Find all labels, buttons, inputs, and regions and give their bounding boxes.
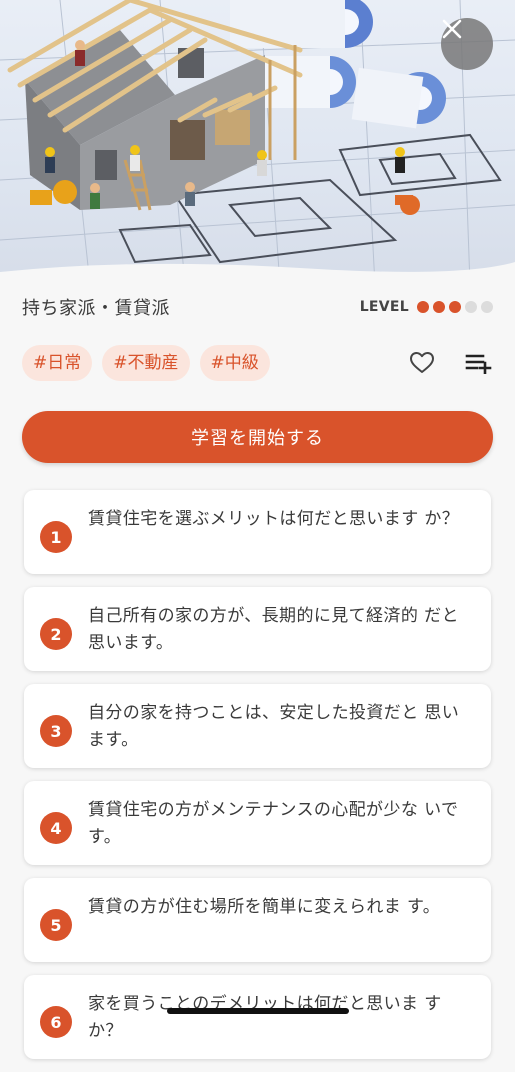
lesson-header: 持ち家派・賃貸派 LEVEL bbox=[22, 292, 493, 322]
question-text: 賃貸住宅を選ぶメリットは何だと思います か？ bbox=[88, 509, 460, 529]
level-indicator: LEVEL bbox=[360, 299, 493, 315]
level-dot bbox=[449, 301, 461, 313]
question-list: 1 賃貸住宅を選ぶメリットは何だと思います か？ 2 自己所有の家の方が、長期的… bbox=[24, 490, 491, 1072]
question-number-badge: 4 bbox=[40, 812, 72, 844]
question-number-badge: 1 bbox=[40, 521, 72, 553]
level-label: LEVEL bbox=[359, 299, 409, 315]
level-dot bbox=[465, 301, 477, 313]
question-number-badge: 3 bbox=[40, 715, 72, 747]
question-card[interactable]: 3 自分の家を持つことは、安定した投資だと 思います。 bbox=[24, 684, 491, 768]
playlist-add-icon bbox=[465, 354, 492, 374]
close-icon bbox=[442, 19, 462, 39]
question-card[interactable]: 2 自己所有の家の方が、長期的に見て経済的 だと思います。 bbox=[24, 587, 491, 671]
question-number-badge: 2 bbox=[40, 618, 72, 650]
question-card[interactable]: 1 賃貸住宅を選ぶメリットは何だと思います か？ bbox=[24, 490, 491, 574]
question-card[interactable]: 5 賃貸の方が住む場所を簡単に変えられま す。 bbox=[24, 878, 491, 962]
tag-chip[interactable]: #中級 bbox=[199, 345, 270, 381]
tags-row: #日常 #不動産 #中級 bbox=[22, 344, 493, 382]
level-dot bbox=[481, 301, 493, 313]
question-card[interactable]: 6 家を買うことのデメリットは何だと思いま すか？ bbox=[24, 975, 491, 1059]
question-text: 賃貸住宅の方がメンテナンスの心配が少な いです。 bbox=[88, 800, 459, 847]
heart-outline-icon bbox=[410, 352, 434, 373]
question-card[interactable]: 4 賃貸住宅の方がメンテナンスの心配が少な いです。 bbox=[24, 781, 491, 865]
close-button[interactable] bbox=[441, 18, 493, 70]
question-number-badge: 6 bbox=[40, 1006, 72, 1038]
start-learning-button[interactable]: 学習を開始する bbox=[22, 411, 493, 463]
house-construction-illustration bbox=[0, 0, 515, 285]
question-text: 自分の家を持つことは、安定した投資だと 思います。 bbox=[88, 703, 460, 750]
question-text: 自己所有の家の方が、長期的に見て経済的 だと思います。 bbox=[88, 606, 459, 653]
level-dots bbox=[417, 301, 493, 313]
add-to-list-button[interactable] bbox=[465, 352, 493, 374]
favorite-button[interactable] bbox=[409, 351, 435, 375]
hero-image bbox=[0, 0, 515, 285]
tag-chip[interactable]: #日常 bbox=[22, 345, 93, 381]
home-indicator[interactable] bbox=[167, 1008, 349, 1014]
level-dot bbox=[417, 301, 429, 313]
level-dot bbox=[433, 301, 445, 313]
question-number-badge: 5 bbox=[40, 909, 72, 941]
tag-chip[interactable]: #不動産 bbox=[102, 345, 190, 381]
question-text: 家を買うことのデメリットは何だと思いま すか？ bbox=[88, 994, 442, 1041]
question-text: 賃貸の方が住む場所を簡単に変えられま す。 bbox=[88, 897, 441, 917]
lesson-actions bbox=[409, 351, 493, 375]
lesson-title: 持ち家派・賃貸派 bbox=[22, 298, 170, 319]
